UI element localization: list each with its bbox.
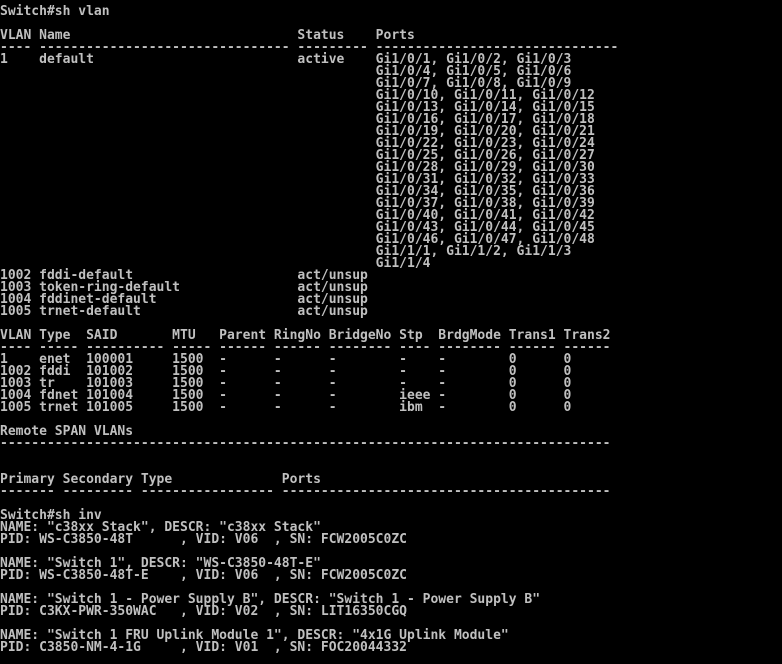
terminal-line: 1005 trnet 101005 1500 - - - ibm - 0 0 <box>0 400 572 415</box>
terminal-output: Switch#sh vlan VLAN Name Status Ports ----… <box>0 0 782 654</box>
terminal-line: PID: WS-C3850-48T , VID: V06 , SN: FCW20… <box>0 532 407 547</box>
terminal-line: 1005 trnet-default act/unsup <box>0 304 368 319</box>
terminal-line: PID: WS-C3850-48T-E , VID: V06 , SN: FCW… <box>0 568 407 583</box>
terminal-line: ----------------------------------------… <box>0 436 611 451</box>
terminal-line: PID: C3850-NM-4-1G , VID: V01 , SN: FOC2… <box>0 640 407 655</box>
terminal-line: Switch#sh vlan <box>0 4 110 19</box>
terminal-line: ------- --------- ----------------- ----… <box>0 484 611 499</box>
terminal-line: PID: C3KX-PWR-350WAC , VID: V02 , SN: LI… <box>0 604 407 619</box>
terminal-window[interactable]: Switch#sh vlan VLAN Name Status Ports ----… <box>0 0 782 664</box>
